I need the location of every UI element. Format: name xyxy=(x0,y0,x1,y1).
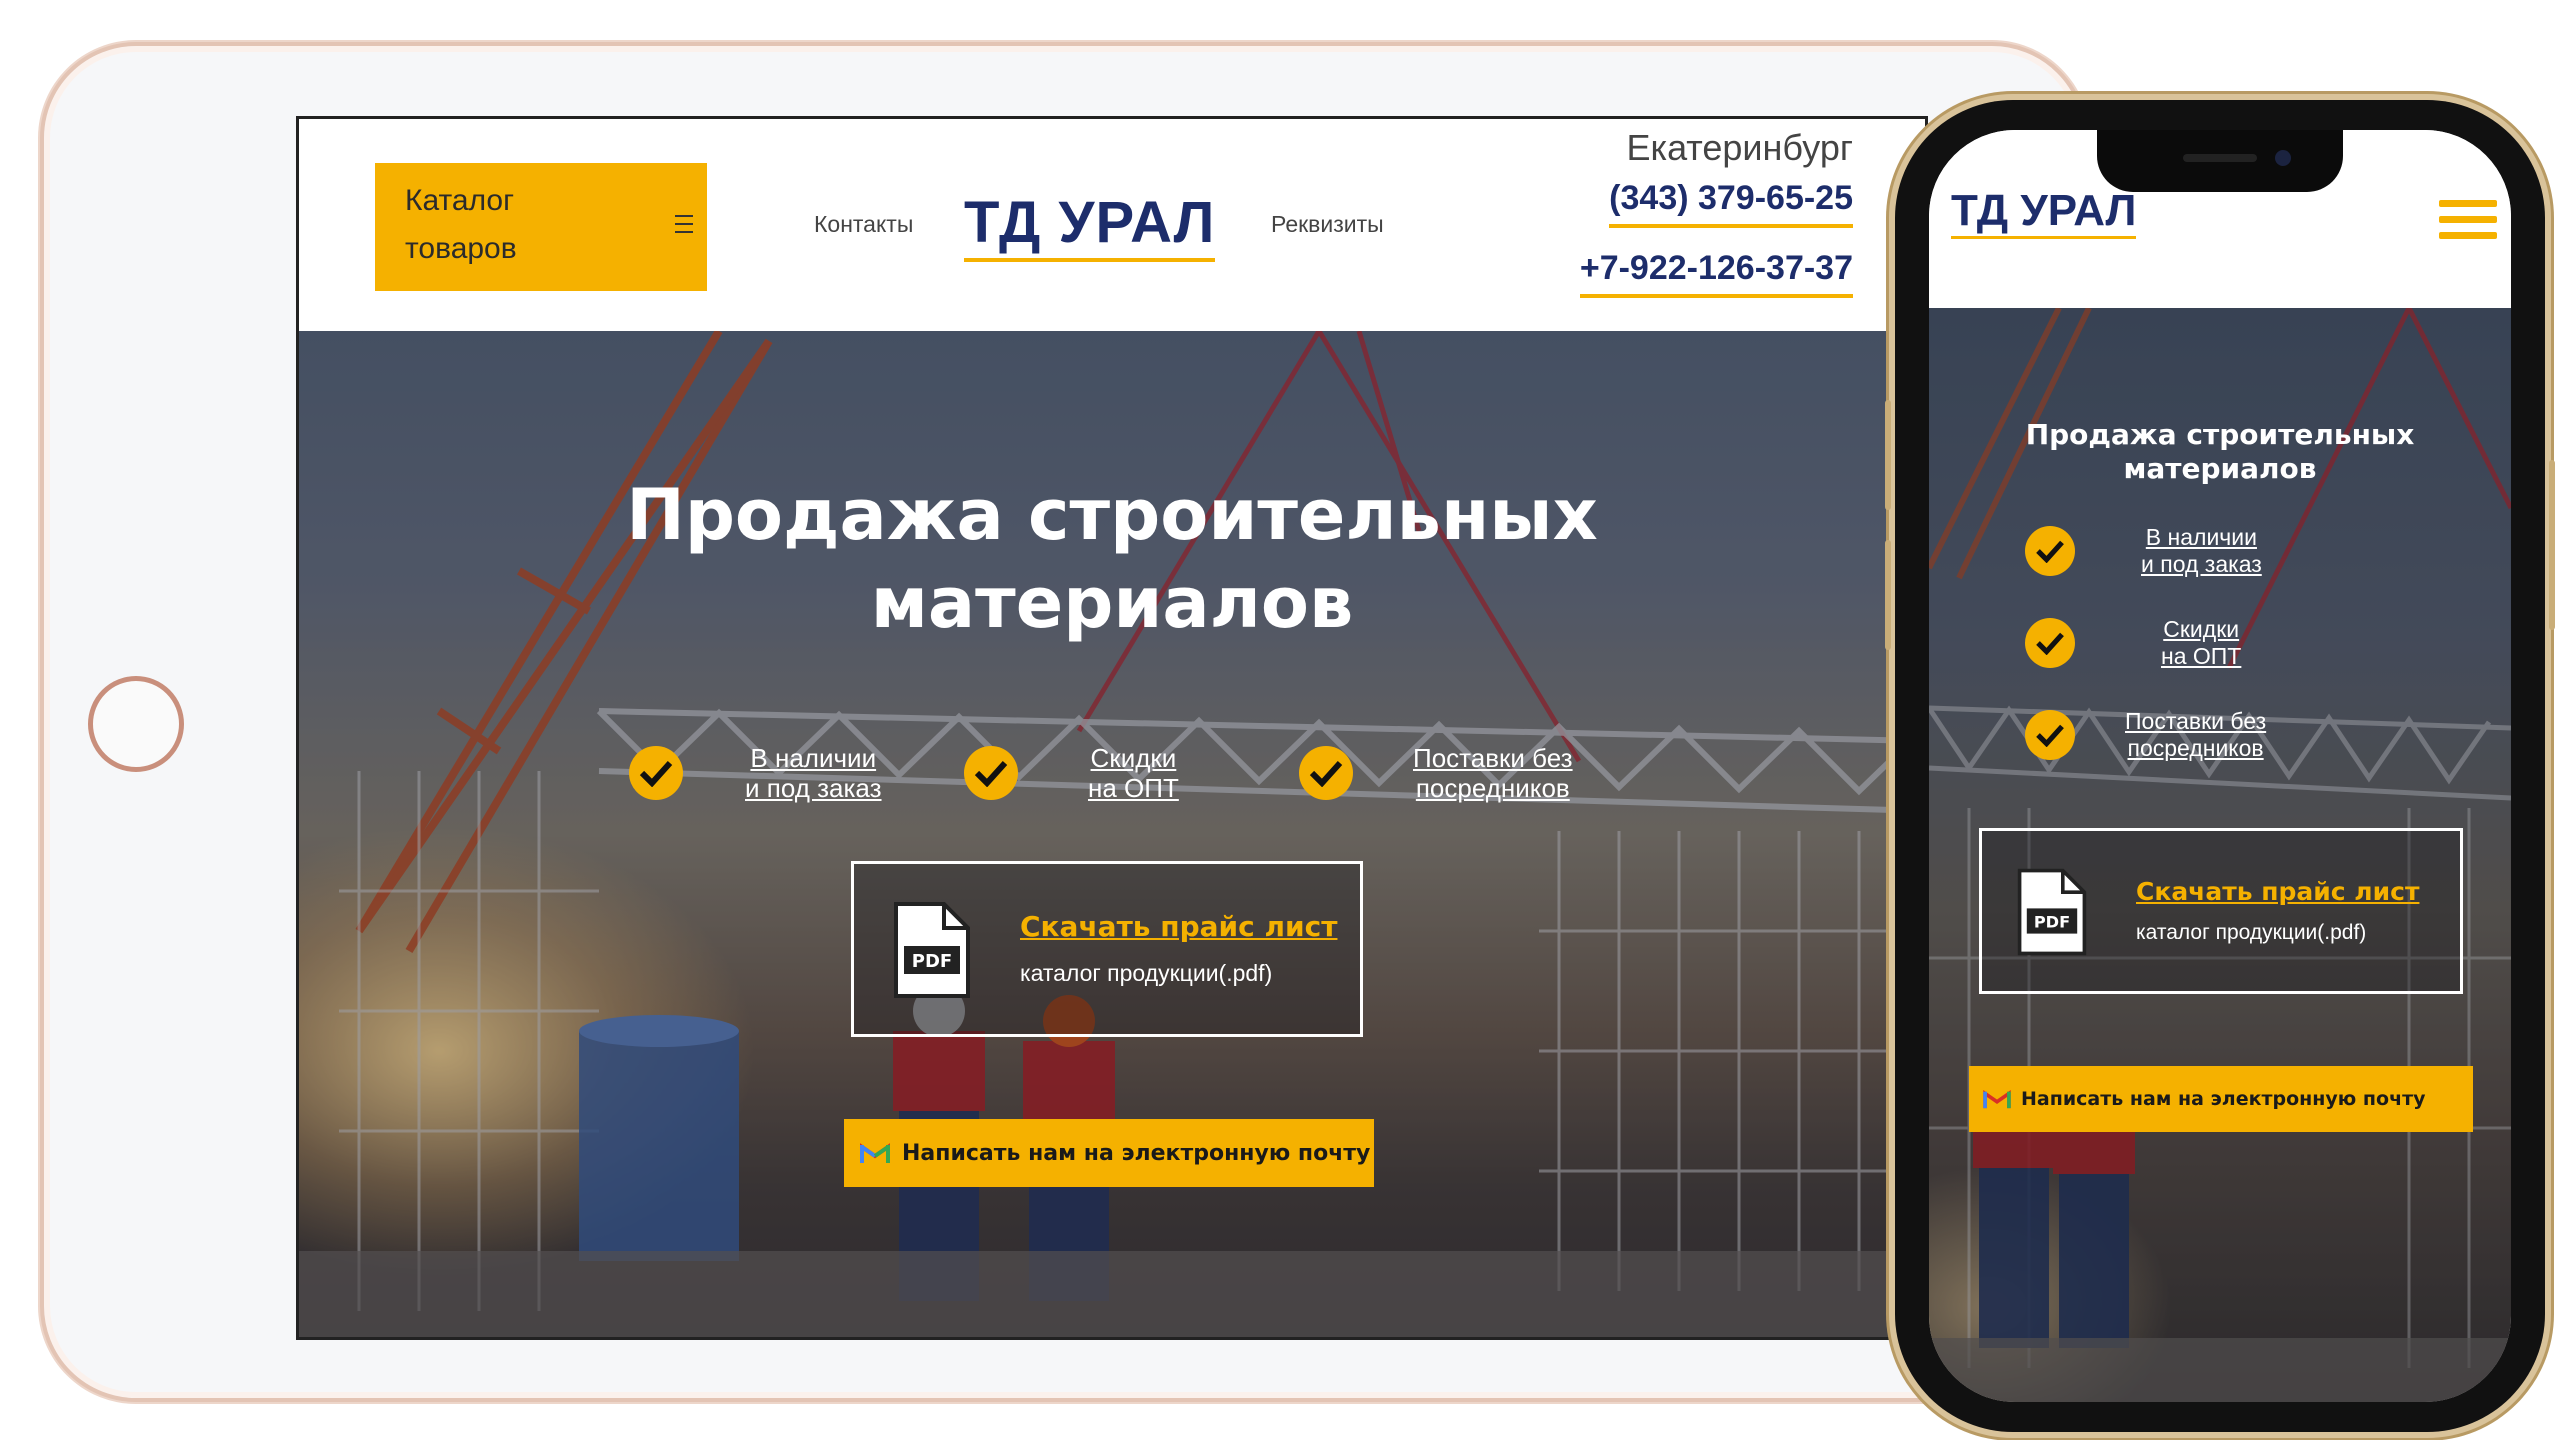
feature-label-line2: на ОПТ xyxy=(1088,773,1179,803)
power-button xyxy=(2549,460,2555,630)
home-button-icon[interactable] xyxy=(88,676,184,772)
check-icon xyxy=(964,746,1018,800)
hero-section: Продажа строительных материалов В наличи… xyxy=(299,331,1925,1337)
feature-direct: Поставки без посредников xyxy=(1299,743,1573,803)
phone-link-2[interactable]: +7-922-126-37-37 xyxy=(1579,249,1853,298)
check-icon xyxy=(629,746,683,800)
price-list-box[interactable]: PDF Скачать прайс лист каталог продукции… xyxy=(851,861,1363,1037)
email-us-label: Написать нам на электронную почту xyxy=(902,1140,1371,1166)
site-header: Каталог товаров Контакты ТД УРАЛ Реквизи… xyxy=(299,119,1925,331)
phone-price-list-box[interactable]: PDF Скачать прайс лист каталог продукции… xyxy=(1979,828,2463,994)
tablet-device: Каталог товаров Контакты ТД УРАЛ Реквизи… xyxy=(40,42,2088,1402)
phone-hero-title-line1: Продажа строительных xyxy=(2025,418,2415,451)
phone-screen: ТД УРАЛ Продажа строительных материалов … xyxy=(1929,130,2511,1402)
pdf-file-icon: PDF xyxy=(894,902,970,998)
phone-feature-direct-link[interactable]: Поставки без посредников xyxy=(2125,708,2266,762)
feature-label-line1: В наличии xyxy=(750,743,877,773)
phone-download-price-link[interactable]: Скачать прайс лист xyxy=(2136,877,2419,906)
catalog-label-line2: товаров xyxy=(405,232,517,265)
phone-email-us-button[interactable]: Написать нам на электронную почту xyxy=(1969,1066,2473,1132)
gmail-icon xyxy=(860,1143,890,1163)
volume-up-button xyxy=(1885,400,1891,510)
feature-label-line1: В наличии xyxy=(2145,524,2257,550)
phone-email-us-label: Написать нам на электронную почту xyxy=(2021,1088,2426,1110)
tablet-screen: Каталог товаров Контакты ТД УРАЛ Реквизи… xyxy=(296,116,1928,1340)
phone-feature-wholesale: Скидки на ОПТ xyxy=(2025,616,2241,670)
volume-down-button xyxy=(1885,540,1891,650)
camera-icon xyxy=(2275,150,2291,166)
phone-price-list-subtitle: каталог продукции(.pdf) xyxy=(2136,921,2367,944)
phone-link-1[interactable]: (343) 379-65-25 xyxy=(1609,179,1853,228)
email-us-button[interactable]: Написать нам на электронную почту xyxy=(844,1119,1374,1187)
hero-title: Продажа строительных материалов xyxy=(299,471,1925,647)
feature-label-line1: Поставки без xyxy=(2125,708,2267,734)
phone-site-logo[interactable]: ТД УРАЛ xyxy=(1951,186,2137,239)
phone-feature-direct: Поставки без посредников xyxy=(2025,708,2266,762)
feature-label-line2: и под заказ xyxy=(745,773,882,803)
city-label: Екатеринбург xyxy=(1626,127,1853,168)
phone-feature-in-stock: В наличии и под заказ xyxy=(2025,524,2262,578)
feature-label-line1: Скидки xyxy=(1090,743,1177,773)
check-icon xyxy=(1299,746,1353,800)
catalog-label-line1: Каталог xyxy=(405,184,515,217)
feature-label-line2: посредников xyxy=(1415,773,1570,803)
burger-menu-icon xyxy=(675,215,693,233)
nav-contacts-link[interactable]: Контакты xyxy=(814,211,913,238)
feature-direct-link[interactable]: Поставки без посредников xyxy=(1413,743,1573,803)
pdf-icon-label: PDF xyxy=(2034,912,2070,931)
feature-in-stock: В наличии и под заказ xyxy=(629,743,882,803)
check-icon xyxy=(2025,710,2075,760)
feature-in-stock-link[interactable]: В наличии и под заказ xyxy=(745,743,882,803)
phone-hero-section: Продажа строительных материалов В наличи… xyxy=(1929,308,2511,1402)
pdf-file-icon: PDF xyxy=(2017,868,2087,956)
check-icon xyxy=(2025,618,2075,668)
phone-notch xyxy=(2097,130,2343,192)
phone-hero-title: Продажа строительных материалов xyxy=(1929,418,2511,486)
hero-title-line2: материалов xyxy=(870,562,1354,644)
phone-feature-in-stock-link[interactable]: В наличии и под заказ xyxy=(2141,524,2262,578)
catalog-button[interactable]: Каталог товаров xyxy=(375,163,707,291)
feature-label-line1: Поставки без xyxy=(1413,743,1573,773)
feature-label-line1: Скидки xyxy=(2163,616,2240,642)
site-logo[interactable]: ТД УРАЛ xyxy=(964,189,1216,262)
phone-hero-title-line2: материалов xyxy=(2123,452,2317,485)
phone-feature-wholesale-link[interactable]: Скидки на ОПТ xyxy=(2161,616,2241,670)
burger-menu-icon[interactable] xyxy=(2439,200,2497,240)
hero-title-line1: Продажа строительных xyxy=(626,474,1598,556)
feature-wholesale: Скидки на ОПТ xyxy=(964,743,1179,803)
speaker-icon xyxy=(2183,154,2257,162)
price-list-subtitle: каталог продукции(.pdf) xyxy=(1020,960,1273,986)
feature-wholesale-link[interactable]: Скидки на ОПТ xyxy=(1088,743,1179,803)
phone-device: ТД УРАЛ Продажа строительных материалов … xyxy=(1885,100,2555,1432)
pdf-icon-label: PDF xyxy=(912,951,952,972)
feature-label-line2: посредников xyxy=(2127,735,2264,761)
feature-label-line2: и под заказ xyxy=(2141,551,2262,577)
gmail-icon xyxy=(1983,1090,2011,1109)
download-price-link[interactable]: Скачать прайс лист xyxy=(1020,910,1337,943)
nav-requisites-link[interactable]: Реквизиты xyxy=(1271,211,1384,238)
check-icon xyxy=(2025,526,2075,576)
feature-label-line2: на ОПТ xyxy=(2161,643,2242,669)
